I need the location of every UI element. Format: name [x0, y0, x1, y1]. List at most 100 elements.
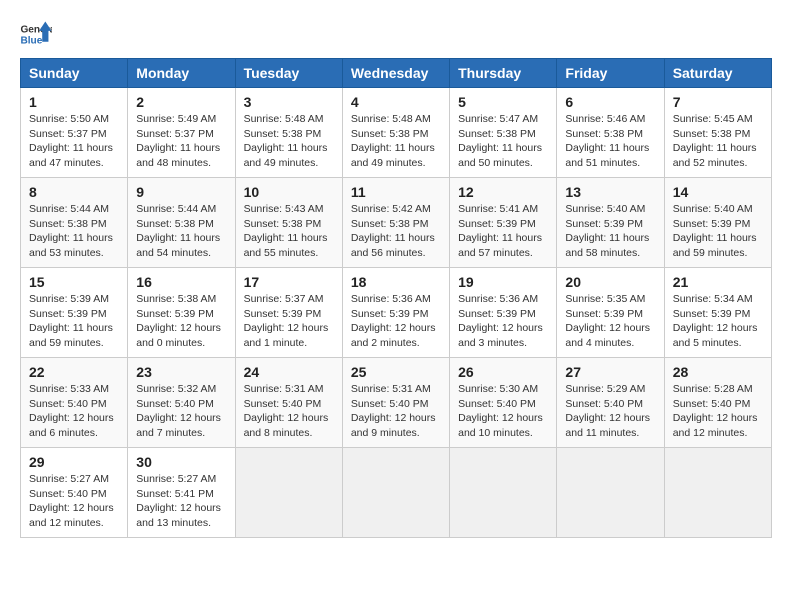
calendar-cell: 6 Sunrise: 5:46 AM Sunset: 5:38 PM Dayli… — [557, 88, 664, 178]
day-number: 11 — [351, 184, 441, 200]
daylight-label: Daylight: 11 hours and 51 minutes. — [565, 142, 649, 169]
sunrise-label: Sunrise: 5:40 AM — [565, 203, 645, 215]
day-number: 7 — [673, 94, 763, 110]
sunset-label: Sunset: 5:38 PM — [458, 128, 536, 140]
sunset-label: Sunset: 5:41 PM — [136, 488, 214, 500]
calendar-cell: 28 Sunrise: 5:28 AM Sunset: 5:40 PM Dayl… — [664, 358, 771, 448]
day-number: 9 — [136, 184, 226, 200]
daylight-label: Daylight: 12 hours and 13 minutes. — [136, 502, 221, 529]
calendar-cell: 29 Sunrise: 5:27 AM Sunset: 5:40 PM Dayl… — [21, 448, 128, 538]
sunrise-label: Sunrise: 5:34 AM — [673, 293, 753, 305]
day-number: 6 — [565, 94, 655, 110]
sunrise-label: Sunrise: 5:36 AM — [458, 293, 538, 305]
calendar-cell: 20 Sunrise: 5:35 AM Sunset: 5:39 PM Dayl… — [557, 268, 664, 358]
calendar-cell: 5 Sunrise: 5:47 AM Sunset: 5:38 PM Dayli… — [450, 88, 557, 178]
calendar-week-row: 29 Sunrise: 5:27 AM Sunset: 5:40 PM Dayl… — [21, 448, 772, 538]
daylight-label: Daylight: 12 hours and 1 minute. — [244, 322, 329, 349]
day-info: Sunrise: 5:31 AM Sunset: 5:40 PM Dayligh… — [244, 382, 334, 441]
day-info: Sunrise: 5:36 AM Sunset: 5:39 PM Dayligh… — [458, 292, 548, 351]
day-number: 17 — [244, 274, 334, 290]
calendar-cell: 19 Sunrise: 5:36 AM Sunset: 5:39 PM Dayl… — [450, 268, 557, 358]
daylight-label: Daylight: 12 hours and 12 minutes. — [29, 502, 114, 529]
day-info: Sunrise: 5:44 AM Sunset: 5:38 PM Dayligh… — [29, 202, 119, 261]
calendar-cell: 22 Sunrise: 5:33 AM Sunset: 5:40 PM Dayl… — [21, 358, 128, 448]
sunrise-label: Sunrise: 5:36 AM — [351, 293, 431, 305]
day-info: Sunrise: 5:37 AM Sunset: 5:39 PM Dayligh… — [244, 292, 334, 351]
sunset-label: Sunset: 5:40 PM — [351, 398, 429, 410]
weekday-header-sunday: Sunday — [21, 59, 128, 88]
calendar-cell — [664, 448, 771, 538]
day-info: Sunrise: 5:28 AM Sunset: 5:40 PM Dayligh… — [673, 382, 763, 441]
sunset-label: Sunset: 5:37 PM — [29, 128, 107, 140]
daylight-label: Daylight: 12 hours and 12 minutes. — [673, 412, 758, 439]
day-number: 30 — [136, 454, 226, 470]
day-number: 1 — [29, 94, 119, 110]
daylight-label: Daylight: 11 hours and 52 minutes. — [673, 142, 757, 169]
daylight-label: Daylight: 11 hours and 54 minutes. — [136, 232, 220, 259]
sunrise-label: Sunrise: 5:37 AM — [244, 293, 324, 305]
daylight-label: Daylight: 12 hours and 5 minutes. — [673, 322, 758, 349]
day-number: 10 — [244, 184, 334, 200]
sunrise-label: Sunrise: 5:49 AM — [136, 113, 216, 125]
sunrise-label: Sunrise: 5:48 AM — [351, 113, 431, 125]
day-number: 22 — [29, 364, 119, 380]
weekday-header-wednesday: Wednesday — [342, 59, 449, 88]
sunset-label: Sunset: 5:39 PM — [565, 218, 643, 230]
sunset-label: Sunset: 5:39 PM — [673, 218, 751, 230]
day-info: Sunrise: 5:49 AM Sunset: 5:37 PM Dayligh… — [136, 112, 226, 171]
sunset-label: Sunset: 5:38 PM — [351, 218, 429, 230]
logo-icon: General Blue — [20, 20, 52, 48]
weekday-header-tuesday: Tuesday — [235, 59, 342, 88]
day-info: Sunrise: 5:31 AM Sunset: 5:40 PM Dayligh… — [351, 382, 441, 441]
day-number: 3 — [244, 94, 334, 110]
day-info: Sunrise: 5:27 AM Sunset: 5:40 PM Dayligh… — [29, 472, 119, 531]
calendar-cell: 24 Sunrise: 5:31 AM Sunset: 5:40 PM Dayl… — [235, 358, 342, 448]
sunset-label: Sunset: 5:39 PM — [244, 308, 322, 320]
daylight-label: Daylight: 11 hours and 59 minutes. — [29, 322, 113, 349]
day-info: Sunrise: 5:34 AM Sunset: 5:39 PM Dayligh… — [673, 292, 763, 351]
calendar-week-row: 22 Sunrise: 5:33 AM Sunset: 5:40 PM Dayl… — [21, 358, 772, 448]
day-info: Sunrise: 5:40 AM Sunset: 5:39 PM Dayligh… — [673, 202, 763, 261]
day-info: Sunrise: 5:27 AM Sunset: 5:41 PM Dayligh… — [136, 472, 226, 531]
sunset-label: Sunset: 5:38 PM — [29, 218, 107, 230]
day-number: 26 — [458, 364, 548, 380]
calendar-cell: 2 Sunrise: 5:49 AM Sunset: 5:37 PM Dayli… — [128, 88, 235, 178]
calendar-cell: 7 Sunrise: 5:45 AM Sunset: 5:38 PM Dayli… — [664, 88, 771, 178]
calendar-week-row: 8 Sunrise: 5:44 AM Sunset: 5:38 PM Dayli… — [21, 178, 772, 268]
day-number: 2 — [136, 94, 226, 110]
day-info: Sunrise: 5:32 AM Sunset: 5:40 PM Dayligh… — [136, 382, 226, 441]
sunrise-label: Sunrise: 5:41 AM — [458, 203, 538, 215]
sunrise-label: Sunrise: 5:48 AM — [244, 113, 324, 125]
day-number: 21 — [673, 274, 763, 290]
calendar-cell — [235, 448, 342, 538]
day-info: Sunrise: 5:35 AM Sunset: 5:39 PM Dayligh… — [565, 292, 655, 351]
sunrise-label: Sunrise: 5:38 AM — [136, 293, 216, 305]
sunset-label: Sunset: 5:40 PM — [673, 398, 751, 410]
daylight-label: Daylight: 11 hours and 49 minutes. — [244, 142, 328, 169]
day-info: Sunrise: 5:44 AM Sunset: 5:38 PM Dayligh… — [136, 202, 226, 261]
calendar-cell: 10 Sunrise: 5:43 AM Sunset: 5:38 PM Dayl… — [235, 178, 342, 268]
daylight-label: Daylight: 11 hours and 48 minutes. — [136, 142, 220, 169]
weekday-header-row: SundayMondayTuesdayWednesdayThursdayFrid… — [21, 59, 772, 88]
calendar-cell: 9 Sunrise: 5:44 AM Sunset: 5:38 PM Dayli… — [128, 178, 235, 268]
sunrise-label: Sunrise: 5:40 AM — [673, 203, 753, 215]
day-info: Sunrise: 5:46 AM Sunset: 5:38 PM Dayligh… — [565, 112, 655, 171]
day-number: 4 — [351, 94, 441, 110]
sunrise-label: Sunrise: 5:28 AM — [673, 383, 753, 395]
calendar-week-row: 15 Sunrise: 5:39 AM Sunset: 5:39 PM Dayl… — [21, 268, 772, 358]
day-number: 19 — [458, 274, 548, 290]
daylight-label: Daylight: 12 hours and 4 minutes. — [565, 322, 650, 349]
sunset-label: Sunset: 5:40 PM — [458, 398, 536, 410]
day-info: Sunrise: 5:33 AM Sunset: 5:40 PM Dayligh… — [29, 382, 119, 441]
calendar-cell: 3 Sunrise: 5:48 AM Sunset: 5:38 PM Dayli… — [235, 88, 342, 178]
daylight-label: Daylight: 11 hours and 53 minutes. — [29, 232, 113, 259]
calendar-cell — [450, 448, 557, 538]
day-number: 15 — [29, 274, 119, 290]
sunset-label: Sunset: 5:40 PM — [29, 398, 107, 410]
sunset-label: Sunset: 5:39 PM — [29, 308, 107, 320]
sunset-label: Sunset: 5:39 PM — [565, 308, 643, 320]
day-number: 20 — [565, 274, 655, 290]
calendar-cell: 27 Sunrise: 5:29 AM Sunset: 5:40 PM Dayl… — [557, 358, 664, 448]
calendar-cell: 13 Sunrise: 5:40 AM Sunset: 5:39 PM Dayl… — [557, 178, 664, 268]
sunrise-label: Sunrise: 5:27 AM — [136, 473, 216, 485]
